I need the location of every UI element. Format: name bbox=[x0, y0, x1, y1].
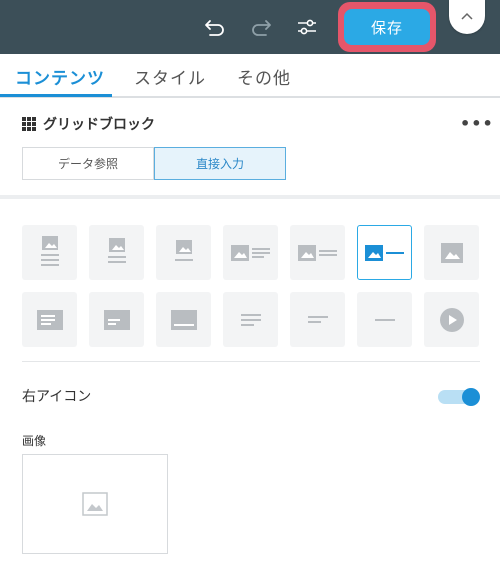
active-tab-indicator bbox=[0, 94, 112, 97]
block-header: グリッドブロック bbox=[22, 114, 155, 134]
layout-image-top-line[interactable] bbox=[156, 225, 211, 280]
direct-input-option[interactable]: 直接入力 bbox=[154, 147, 286, 180]
layout-image-left-text[interactable] bbox=[223, 225, 278, 280]
tab-style[interactable]: スタイル bbox=[134, 64, 206, 89]
collapse-button[interactable] bbox=[449, 0, 485, 34]
source-mode-toggle: データ参照 直接入力 bbox=[22, 147, 286, 180]
image-label: 画像 bbox=[22, 434, 47, 448]
sliders-icon[interactable] bbox=[294, 14, 320, 40]
grid-icon bbox=[22, 117, 36, 131]
tab-other[interactable]: その他 bbox=[237, 64, 291, 89]
play-icon bbox=[439, 307, 464, 332]
layout-image-left-text-short[interactable] bbox=[290, 225, 345, 280]
layout-text-block[interactable] bbox=[22, 292, 77, 347]
layout-line-only[interactable] bbox=[357, 292, 412, 347]
toggle-knob bbox=[462, 388, 480, 406]
top-toolbar: 保存 bbox=[0, 0, 500, 54]
layout-image-left-line[interactable] bbox=[357, 225, 412, 280]
redo-icon[interactable] bbox=[248, 14, 274, 40]
layout-text-block-short[interactable] bbox=[89, 292, 144, 347]
layout-image-only[interactable] bbox=[424, 225, 479, 280]
layout-image-top-text-short[interactable] bbox=[89, 225, 144, 280]
save-button-highlight: 保存 bbox=[338, 2, 436, 52]
section-divider bbox=[0, 195, 500, 199]
right-icon-toggle[interactable] bbox=[438, 388, 480, 406]
layout-text-line-short[interactable] bbox=[290, 292, 345, 347]
chevron-up-icon bbox=[461, 12, 473, 20]
block-title: グリッドブロック bbox=[43, 117, 155, 133]
more-options-icon[interactable]: ••• bbox=[460, 114, 494, 133]
data-reference-option[interactable]: データ参照 bbox=[22, 147, 154, 180]
layout-line-block[interactable] bbox=[156, 292, 211, 347]
image-upload-box[interactable] bbox=[22, 454, 168, 554]
right-icon-label: 右アイコン bbox=[22, 389, 92, 405]
image-placeholder-icon bbox=[82, 492, 108, 516]
layout-text-lines[interactable] bbox=[223, 292, 278, 347]
layout-video[interactable] bbox=[424, 292, 479, 347]
tab-contents[interactable]: コンテンツ bbox=[15, 64, 105, 89]
divider bbox=[22, 361, 480, 362]
tab-bar: コンテンツ スタイル その他 bbox=[0, 54, 500, 98]
save-button[interactable]: 保存 bbox=[344, 9, 430, 45]
layout-image-top-text[interactable] bbox=[22, 225, 77, 280]
undo-icon[interactable] bbox=[202, 14, 228, 40]
